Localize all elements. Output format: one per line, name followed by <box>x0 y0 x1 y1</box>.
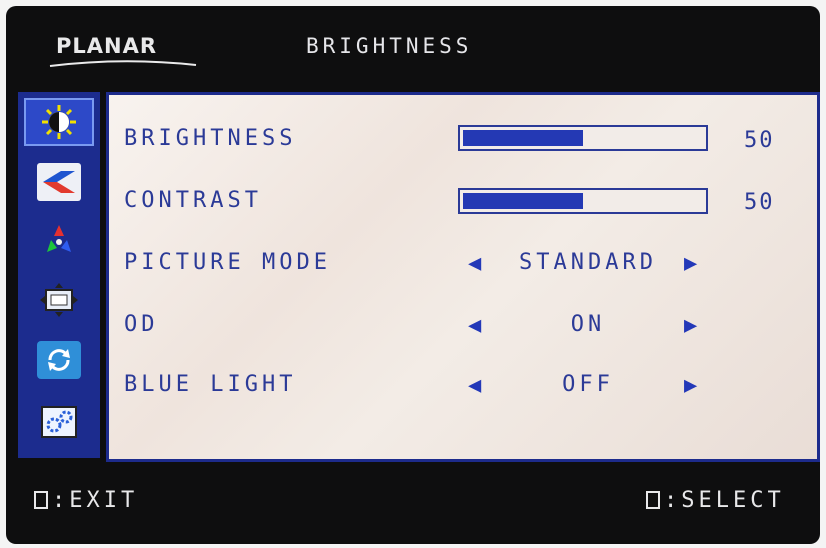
picture-mode-left-arrow-icon[interactable]: ◀ <box>468 251 481 276</box>
blue-light-right-arrow-icon[interactable]: ▶ <box>684 373 697 398</box>
sidebar-item-color[interactable] <box>24 216 94 264</box>
contrast-slider-fill <box>463 193 583 209</box>
sidebar-item-setup[interactable] <box>24 398 94 446</box>
od-label: OD <box>124 312 159 337</box>
picture-mode-value: STANDARD <box>519 250 657 275</box>
menu-title: BRIGHTNESS <box>306 34 473 58</box>
select-hint-text: :SELECT <box>664 488 785 513</box>
brightness-label: BRIGHTNESS <box>124 126 297 151</box>
sidebar-item-input[interactable] <box>24 158 94 206</box>
od-left-arrow-icon[interactable]: ◀ <box>468 313 481 338</box>
blue-light-left-arrow-icon[interactable]: ◀ <box>468 373 481 398</box>
input-source-icon <box>37 163 81 201</box>
od-right-arrow-icon[interactable]: ▶ <box>684 313 697 338</box>
button-2-icon <box>646 491 660 509</box>
sidebar-item-position[interactable] <box>24 276 94 324</box>
picture-mode-right-arrow-icon[interactable]: ▶ <box>684 251 697 276</box>
picture-mode-label: PICTURE MODE <box>124 250 331 275</box>
brightness-slider-fill <box>463 130 583 146</box>
menu-sidebar <box>18 92 100 458</box>
brightness-value: 50 <box>744 128 775 153</box>
contrast-slider[interactable] <box>458 188 708 214</box>
exit-hint: :EXIT <box>34 488 138 513</box>
setup-icon <box>37 403 81 441</box>
select-hint: :SELECT <box>646 488 785 513</box>
display-position-icon <box>37 281 81 319</box>
contrast-value: 50 <box>744 190 775 215</box>
brightness-slider[interactable] <box>458 125 708 151</box>
brightness-contrast-icon <box>37 103 81 141</box>
sidebar-item-brightness[interactable] <box>24 98 94 146</box>
logo-swoosh <box>49 60 197 67</box>
exit-hint-text: :EXIT <box>52 488 139 513</box>
sidebar-item-reset[interactable] <box>24 336 94 384</box>
color-icon <box>37 221 81 259</box>
od-value: ON <box>570 312 606 337</box>
reset-icon <box>37 341 81 379</box>
blue-light-value: OFF <box>562 372 614 397</box>
contrast-label: CONTRAST <box>124 188 262 213</box>
blue-light-label: BLUE LIGHT <box>124 372 297 397</box>
button-1-icon <box>34 491 48 509</box>
